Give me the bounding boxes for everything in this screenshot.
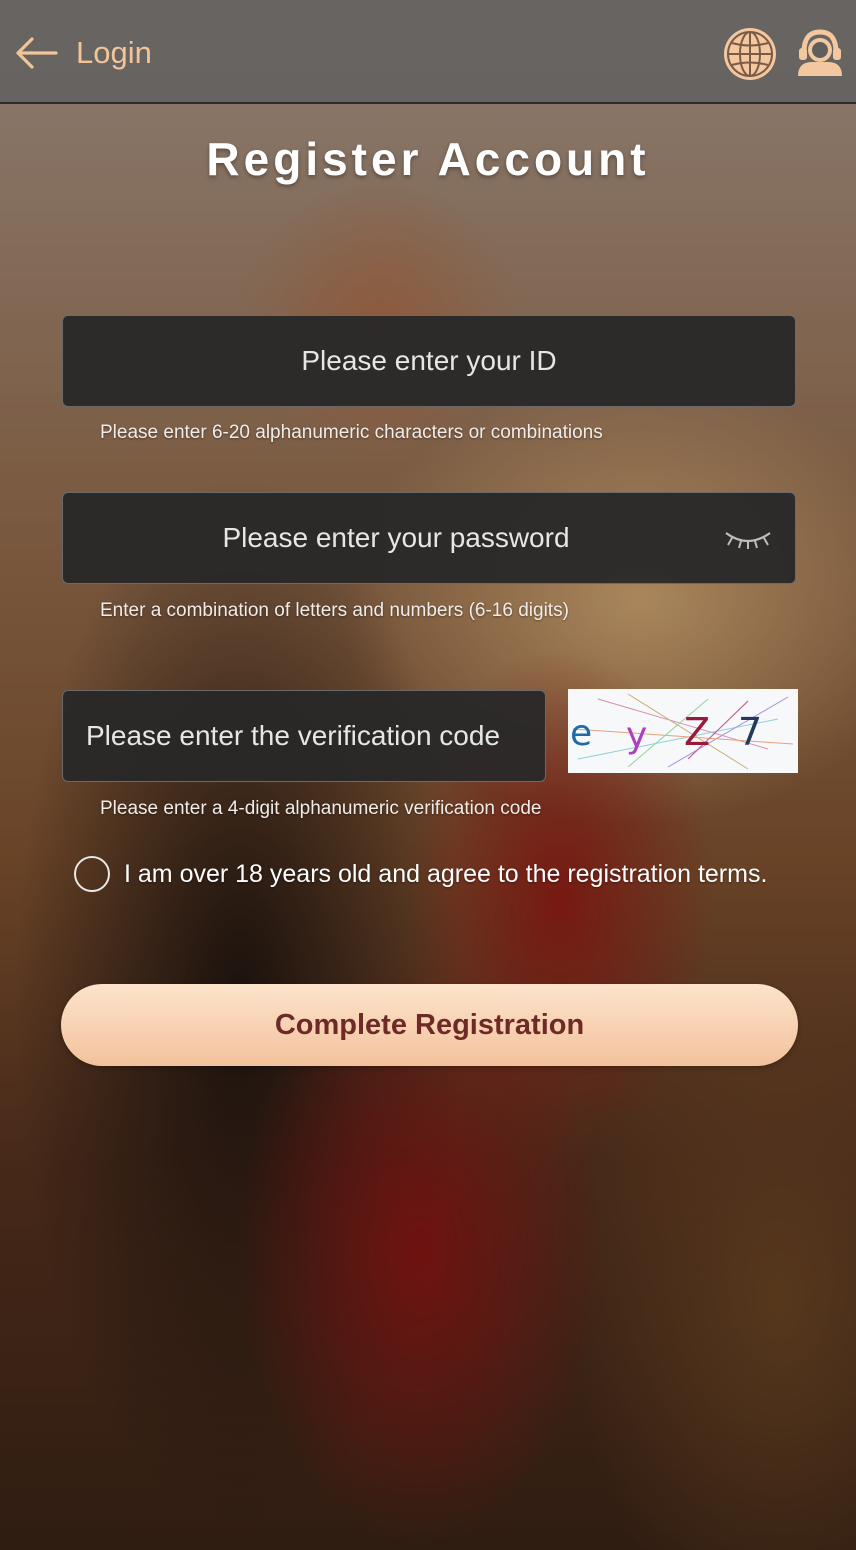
verification-code-placeholder: Please enter the verification code	[86, 720, 501, 751]
verification-code-input[interactable]: Please enter the verification code	[62, 690, 546, 782]
password-hint: Enter a combination of letters and numbe…	[100, 600, 569, 621]
age-agreement-checkbox[interactable]: I am over 18 years old and agree to the …	[74, 856, 767, 892]
eye-closed-icon[interactable]	[723, 527, 773, 549]
captcha-char-1: e	[570, 713, 592, 754]
captcha-image[interactable]: e y Z 7	[568, 689, 798, 773]
arrow-left-icon	[16, 37, 58, 69]
back-label: Login	[76, 35, 152, 70]
captcha-char-3: Z	[684, 710, 710, 754]
radio-circle-icon[interactable]	[74, 856, 110, 892]
captcha-char-2: y	[626, 715, 647, 756]
page-title: Register Account	[206, 133, 650, 185]
back-button[interactable]: Login	[14, 30, 152, 76]
id-hint: Please enter 6-20 alphanumeric character…	[100, 422, 603, 443]
top-bar: Login	[0, 0, 856, 104]
verification-code-hint: Please enter a 4-digit alphanumeric veri…	[100, 798, 542, 819]
complete-registration-button[interactable]: Complete Registration	[61, 984, 798, 1066]
password-input-placeholder: Please enter your password	[222, 522, 570, 553]
globe-icon[interactable]	[722, 26, 778, 82]
password-input[interactable]: Please enter your password	[62, 492, 796, 584]
complete-registration-label: Complete Registration	[274, 1008, 585, 1041]
id-input-placeholder: Please enter your ID	[301, 345, 557, 376]
age-agreement-label: I am over 18 years old and agree to the …	[124, 859, 768, 888]
id-input[interactable]: Please enter your ID	[62, 315, 796, 407]
captcha-char-4: 7	[738, 710, 762, 754]
customer-support-icon[interactable]	[796, 28, 844, 78]
